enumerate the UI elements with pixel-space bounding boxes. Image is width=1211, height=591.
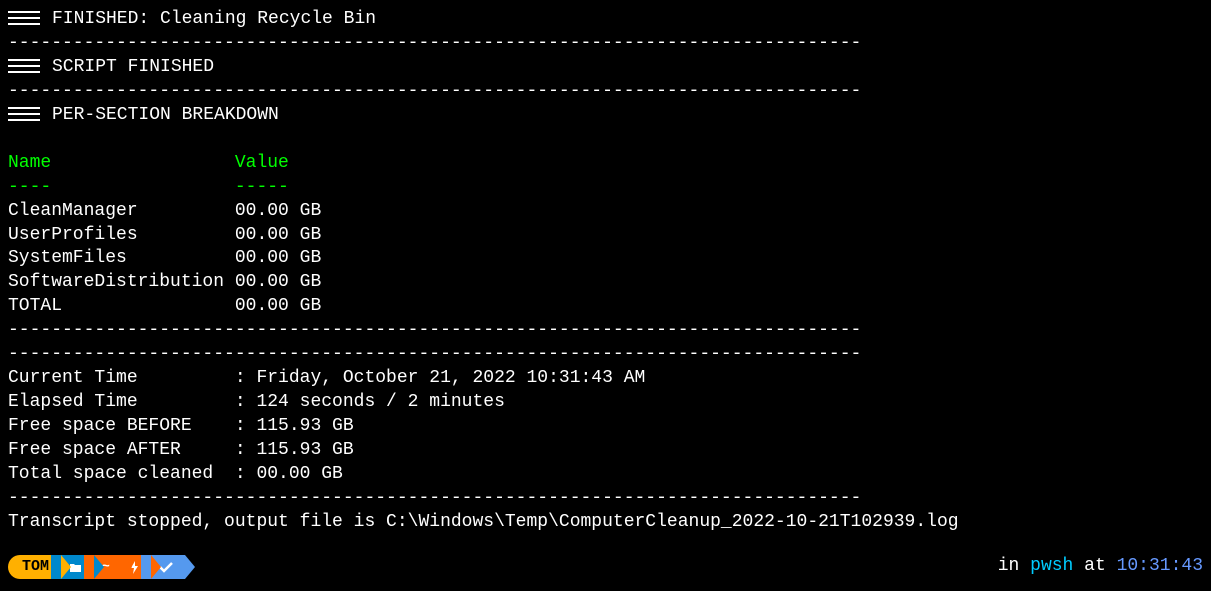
table-row: CleanManager 00.00 GB	[8, 200, 1203, 224]
check-icon	[159, 562, 173, 573]
table-row: SystemFiles 00.00 GB	[8, 247, 1203, 271]
divider-line: ----------------------------------------…	[8, 32, 1203, 56]
table-header-underline: ---- -----	[8, 176, 1203, 200]
prompt-bar: TOM ~ in pwsh at 10:31:43	[8, 555, 1203, 579]
shell-name: pwsh	[1030, 556, 1073, 576]
finished-task-text: FINISHED: Cleaning Recycle Bin	[52, 9, 376, 29]
output-line: PER-SECTION BREAKDOWN	[8, 104, 1203, 128]
divider-line: ----------------------------------------…	[8, 319, 1203, 343]
script-finished-text: SCRIPT FINISHED	[52, 57, 214, 77]
table-header: Name Value	[8, 152, 1203, 176]
divider-line: ----------------------------------------…	[8, 487, 1203, 511]
output-line: FINISHED: Cleaning Recycle Bin	[8, 8, 1203, 32]
stat-line: Total space cleaned : 00.00 GB	[8, 463, 1203, 487]
column-header-value: Value	[235, 153, 289, 173]
clock-time: 10:31:43	[1117, 556, 1203, 576]
stat-line: Elapsed Time : 124 seconds / 2 minutes	[8, 391, 1203, 415]
prompt-segments[interactable]: TOM ~	[8, 555, 185, 579]
table-row: SoftwareDistribution 00.00 GB	[8, 271, 1203, 295]
stat-line: Current Time : Friday, October 21, 2022 …	[8, 367, 1203, 391]
table-row: TOTAL 00.00 GB	[8, 295, 1203, 319]
transcript-line: Transcript stopped, output file is C:\Wi…	[8, 511, 1203, 535]
prompt-user-text: TOM	[22, 557, 49, 577]
divider-line: ----------------------------------------…	[8, 80, 1203, 104]
divider-line: ----------------------------------------…	[8, 343, 1203, 367]
prompt-right-status: in pwsh at 10:31:43	[998, 555, 1203, 579]
table-row: UserProfiles 00.00 GB	[8, 224, 1203, 248]
breakdown-header-text: PER-SECTION BREAKDOWN	[52, 105, 279, 125]
stat-line: Free space AFTER : 115.93 GB	[8, 439, 1203, 463]
output-line: SCRIPT FINISHED	[8, 56, 1203, 80]
prompt-check-segment	[141, 555, 185, 579]
column-header-name: Name	[8, 153, 235, 173]
stat-line: Free space BEFORE : 115.93 GB	[8, 415, 1203, 439]
